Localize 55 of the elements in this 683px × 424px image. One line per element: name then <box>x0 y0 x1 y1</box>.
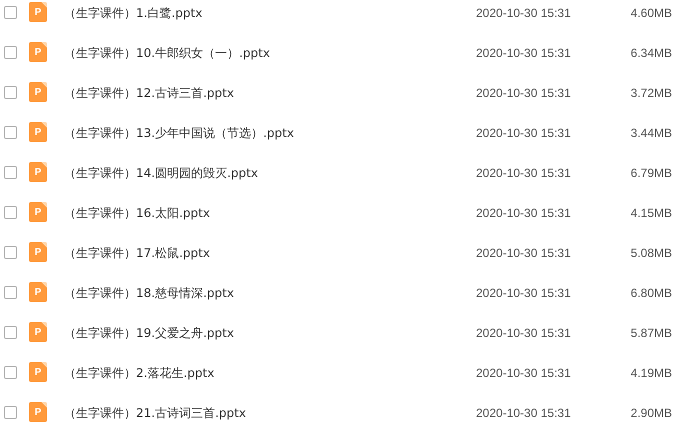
file-name[interactable]: （生字课件）18.慈母情深.pptx <box>64 285 476 301</box>
file-name[interactable]: （生字课件）1.白鹭.pptx <box>64 5 476 21</box>
file-size: 3.72MB <box>630 85 672 101</box>
presentation-file-icon: P <box>29 362 47 382</box>
checkbox[interactable] <box>4 406 17 419</box>
file-name[interactable]: （生字课件）17.松鼠.pptx <box>64 245 476 261</box>
file-size: 6.79MB <box>630 165 672 181</box>
modified-date: 2020-10-30 15:31 <box>476 405 572 421</box>
presentation-file-icon: P <box>29 282 47 302</box>
presentation-file-icon: P <box>29 122 47 142</box>
checkbox[interactable] <box>4 126 17 139</box>
modified-date: 2020-10-30 15:31 <box>476 165 572 181</box>
checkbox[interactable] <box>4 246 17 259</box>
presentation-file-icon: P <box>29 2 47 22</box>
modified-date: 2020-10-30 15:31 <box>476 125 572 141</box>
modified-date: 2020-10-30 15:31 <box>476 5 572 21</box>
file-size: 3.44MB <box>630 125 672 141</box>
modified-date: 2020-10-30 15:31 <box>476 365 572 381</box>
file-size: 5.87MB <box>630 325 672 341</box>
file-size: 2.90MB <box>630 405 672 421</box>
file-name[interactable]: （生字课件）14.圆明园的毁灭.pptx <box>64 165 476 181</box>
presentation-file-icon: P <box>29 202 47 222</box>
presentation-file-icon: P <box>29 162 47 182</box>
presentation-file-icon: P <box>29 402 47 422</box>
file-size: 4.60MB <box>630 5 672 21</box>
file-name[interactable]: （生字课件）10.牛郎织女（一）.pptx <box>64 45 476 61</box>
modified-date: 2020-10-30 15:31 <box>476 245 572 261</box>
presentation-file-icon: P <box>29 242 47 262</box>
checkbox[interactable] <box>4 166 17 179</box>
checkbox[interactable] <box>4 46 17 59</box>
file-size: 6.80MB <box>630 285 672 301</box>
file-name[interactable]: （生字课件）19.父爱之舟.pptx <box>64 325 476 341</box>
file-name[interactable]: （生字课件）16.太阳.pptx <box>64 205 476 221</box>
file-name[interactable]: （生字课件）21.古诗词三首.pptx <box>64 405 476 421</box>
checkbox[interactable] <box>4 206 17 219</box>
file-size: 4.19MB <box>630 365 672 381</box>
checkbox[interactable] <box>4 6 17 19</box>
presentation-file-icon: P <box>29 322 47 342</box>
file-size: 6.34MB <box>630 45 672 61</box>
file-size: 5.08MB <box>630 245 672 261</box>
checkbox[interactable] <box>4 366 17 379</box>
file-name[interactable]: （生字课件）2.落花生.pptx <box>64 365 476 381</box>
modified-date: 2020-10-30 15:31 <box>476 205 572 221</box>
modified-date: 2020-10-30 15:31 <box>476 325 572 341</box>
modified-date: 2020-10-30 15:31 <box>476 45 572 61</box>
modified-date: 2020-10-30 15:31 <box>476 85 572 101</box>
presentation-file-icon: P <box>29 42 47 62</box>
file-name[interactable]: （生字课件）13.少年中国说（节选）.pptx <box>64 125 476 141</box>
checkbox[interactable] <box>4 286 17 299</box>
modified-date: 2020-10-30 15:31 <box>476 285 572 301</box>
file-name[interactable]: （生字课件）12.古诗三首.pptx <box>64 85 476 101</box>
checkbox[interactable] <box>4 86 17 99</box>
presentation-file-icon: P <box>29 82 47 102</box>
file-size: 4.15MB <box>630 205 672 221</box>
checkbox[interactable] <box>4 326 17 339</box>
